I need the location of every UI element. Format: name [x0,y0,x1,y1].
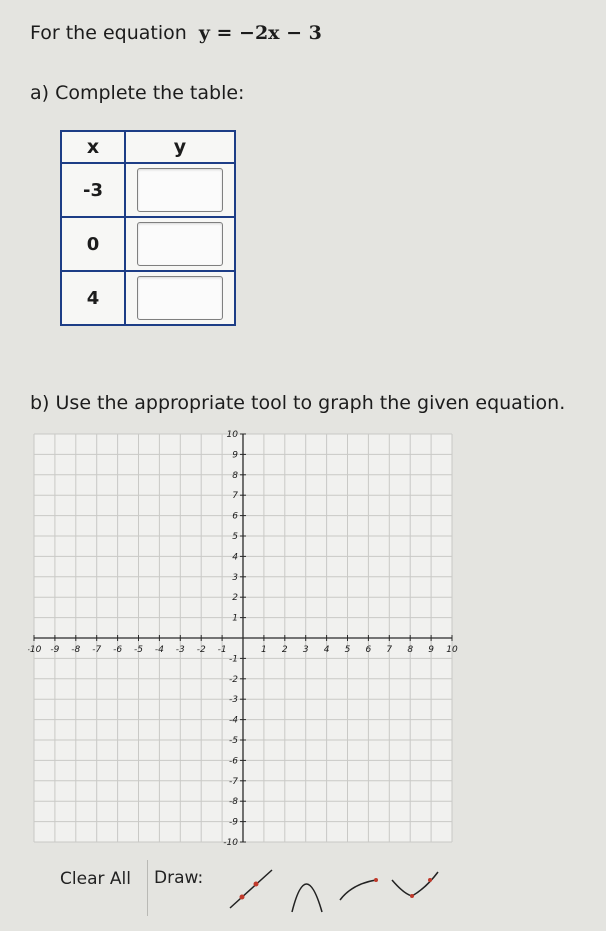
x-tick-label: 2 [282,645,288,655]
y-tick-label: 6 [232,512,238,522]
x-cell: -3 [60,162,126,218]
y-tick-label: 2 [232,593,238,603]
x-tick-label: 9 [428,645,434,655]
x-cell: 0 [60,216,126,272]
parabola-down-tool-icon[interactable] [284,864,330,914]
y-tick-label: -4 [229,716,238,726]
x-tick-label: -8 [71,645,80,655]
x-tick-label: 3 [303,645,309,655]
y-tick-label: 3 [232,573,238,583]
y-tick-label: -9 [229,818,238,828]
x-tick-label: -2 [197,645,206,655]
x-tick-label: -1 [218,645,227,655]
x-tick-label: 1 [261,645,267,655]
x-cell: 4 [60,270,126,326]
prompt-lead: For the equation [30,22,187,44]
graph-toolbar: Clear All Draw: [44,860,444,920]
y-answer-input[interactable] [137,168,223,212]
y-tick-label: -8 [229,797,238,807]
x-tick-label: -9 [50,645,59,655]
question-prompt: For the equation y = −2x − 3 [30,22,322,44]
part-b-label: b) Use the appropriate tool to graph the… [30,392,566,414]
x-tick-label: -10 [28,645,42,655]
x-tick-label: -3 [176,645,185,655]
table-row: -3 [60,162,236,218]
y-tick-label: -1 [229,654,238,664]
y-tick-label: 8 [232,471,238,481]
graph-canvas[interactable]: -10 -9 -8 -7 -6 -5 -4 -3 -2 -1 1 2 3 4 5 6 7 8 9 10 10 9 8 7 6 5 4… [28,428,458,848]
y-tick-label: -10 [223,838,238,848]
x-tick-label: -4 [155,645,164,655]
y-tick-label: 1 [232,614,238,624]
x-tick-label: -5 [134,645,143,655]
y-column-header: y [124,130,236,164]
x-tick-label: -6 [113,645,122,655]
line-tool-icon[interactable] [224,864,278,914]
y-answer-input[interactable] [137,222,223,266]
y-tick-label: 4 [232,552,238,562]
draw-label: Draw: [154,868,204,888]
y-cell [124,216,236,272]
y-tick-label: 7 [232,491,238,501]
x-tick-label: 5 [345,645,351,655]
check-curve-tool-icon[interactable] [388,864,442,914]
x-tick-label: 6 [366,645,372,655]
y-tick-label: -2 [229,675,238,685]
y-tick-label: 10 [227,430,239,440]
clear-all-button[interactable]: Clear All [44,860,148,916]
table-header-row: x y [60,130,236,164]
y-cell [124,162,236,218]
xy-table: x y -3 0 4 [60,130,236,326]
table-row: 0 [60,216,236,272]
equation: y = −2x − 3 [198,22,322,44]
table-row: 4 [60,270,236,326]
y-tick-label: 9 [232,450,238,460]
x-column-header: x [60,130,126,164]
y-tick-label: -3 [229,695,238,705]
y-tick-label: -7 [229,777,238,787]
y-tick-label: 5 [232,532,238,542]
x-tick-label: 8 [407,645,413,655]
x-tick-label: -7 [92,645,101,655]
x-tick-label: 4 [324,645,330,655]
y-answer-input[interactable] [137,276,223,320]
part-a-label: a) Complete the table: [30,82,245,104]
y-tick-label: -6 [229,756,238,766]
curve-tool-icon[interactable] [336,864,384,914]
y-tick-label: -5 [229,736,238,746]
y-cell [124,270,236,326]
x-tick-label: 7 [386,645,392,655]
x-tick-label: 10 [446,645,458,655]
